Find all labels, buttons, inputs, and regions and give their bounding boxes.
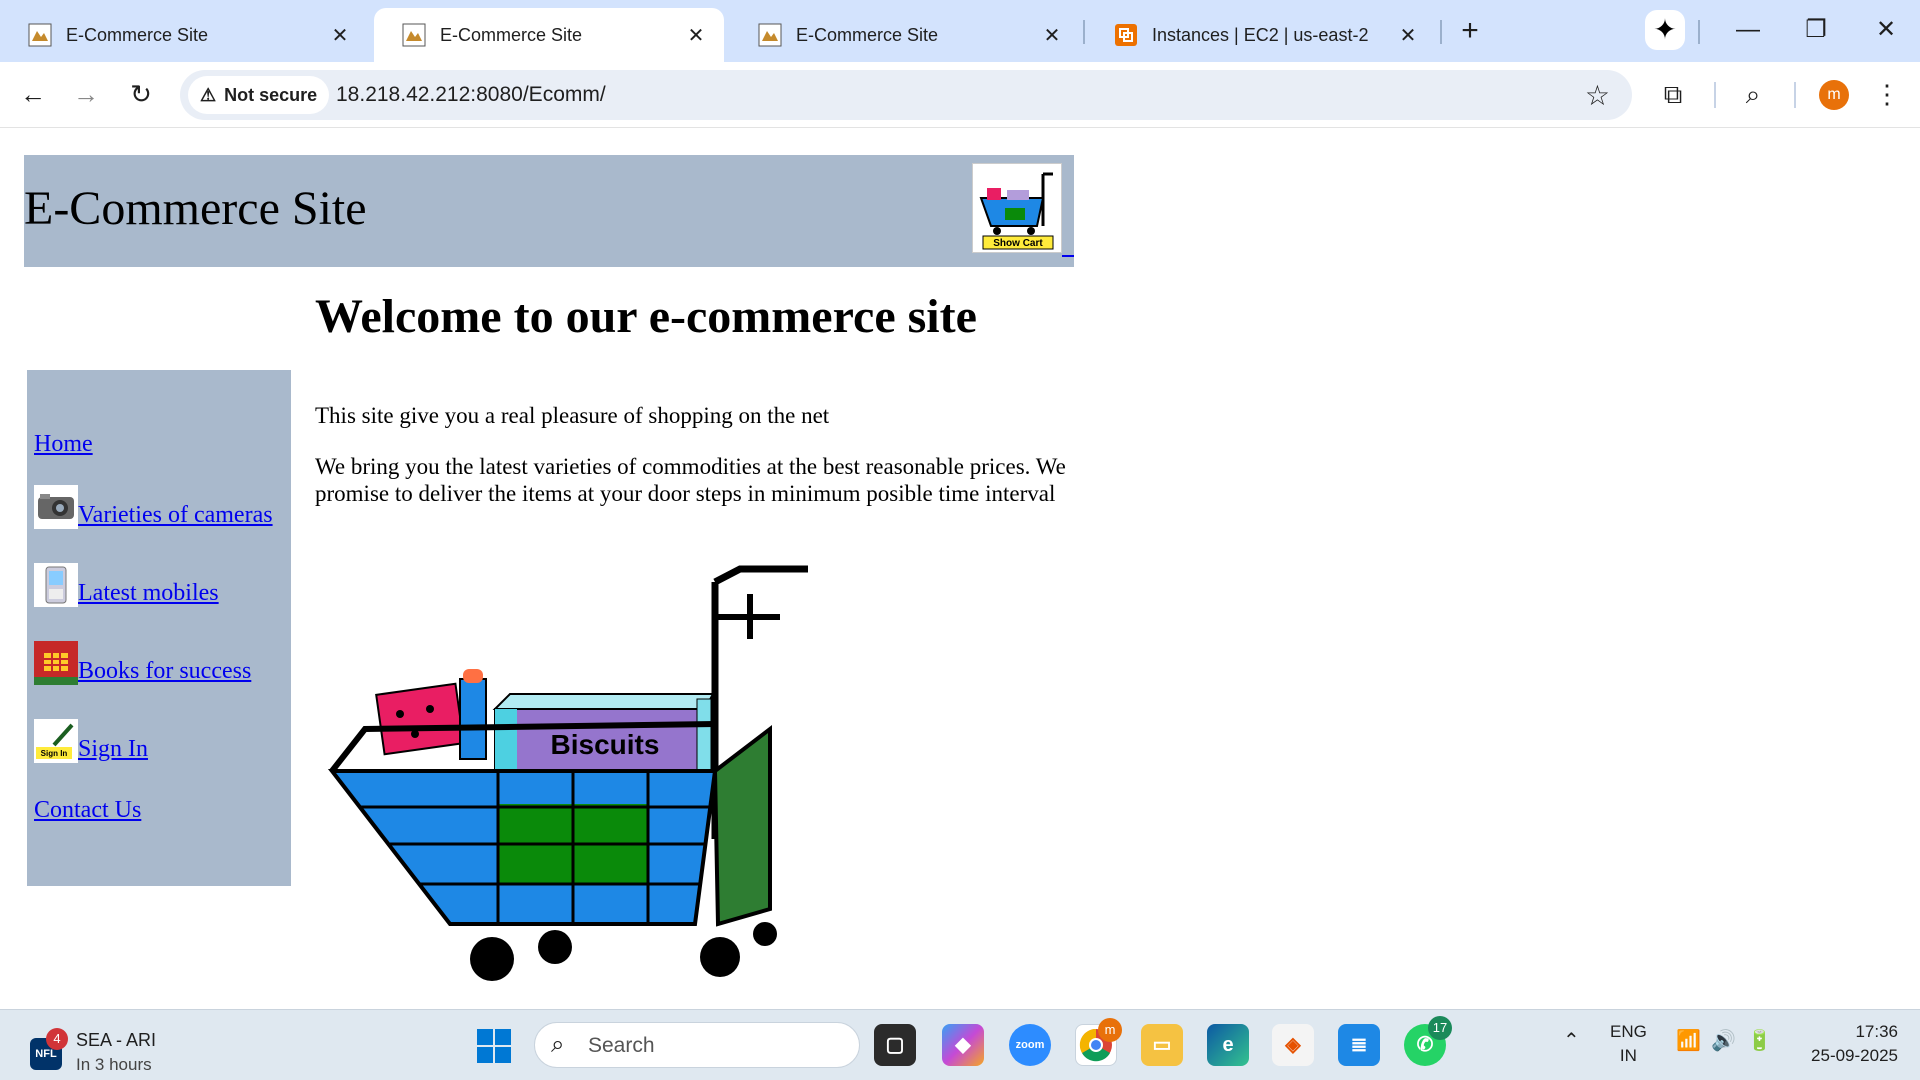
- web-page: E-Commerce Site Show Cart Welcome to our…: [0, 129, 1920, 1009]
- taskbar-search[interactable]: ⌕ Search: [534, 1022, 860, 1068]
- browser-tab-4[interactable]: Instances | EC2 | us-east-2 ✕: [1086, 8, 1436, 62]
- window-close-icon[interactable]: ✕: [1866, 12, 1906, 48]
- copilot-icon[interactable]: ◆: [942, 1024, 984, 1066]
- nav-label: Books for success: [78, 658, 252, 684]
- nav-link-mobiles[interactable]: Latest mobiles: [34, 563, 219, 607]
- back-arrow-icon[interactable]: ←: [15, 76, 51, 112]
- battery-icon[interactable]: 🔋: [1747, 1028, 1772, 1053]
- browser-toolbar: ← → ↻ ⚠ Not secure 18.218.42.212:8080/Ec…: [0, 62, 1920, 128]
- kebab-menu-icon[interactable]: ⋮: [1867, 74, 1907, 114]
- sidebar-nav: Home Varieties of cameras Latest mobiles…: [27, 370, 291, 886]
- tab-close-icon[interactable]: ✕: [1396, 23, 1420, 48]
- system-clock[interactable]: 17:36 25-09-2025: [1811, 1020, 1898, 1068]
- tab-close-icon[interactable]: ✕: [1040, 23, 1064, 48]
- bookmark-star-icon[interactable]: ☆: [1585, 79, 1610, 112]
- nav-label: Latest mobiles: [78, 580, 219, 606]
- edge-browser-icon[interactable]: e: [1207, 1024, 1249, 1066]
- weather-subtitle: In 3 hours: [76, 1055, 152, 1074]
- books-icon: [34, 641, 78, 685]
- notification-badge: 4: [46, 1028, 68, 1050]
- windows-taskbar: NFL 4 SEA - ARI In 3 hours ⌕ Search ▢ ◆ …: [0, 1009, 1920, 1080]
- chrome-profile-badge: m: [1098, 1018, 1122, 1042]
- site-favicon-icon: [28, 23, 52, 47]
- region-code: IN: [1619, 1046, 1637, 1065]
- show-cart-button[interactable]: Show Cart: [972, 163, 1062, 253]
- tab-title: E-Commerce Site: [66, 24, 209, 45]
- windows-start-icon[interactable]: [476, 1028, 512, 1064]
- intro-paragraph: This site give you a real pleasure of sh…: [315, 403, 830, 428]
- tab-title: Instances | EC2 | us-east-2: [1152, 24, 1369, 45]
- task-view-icon[interactable]: ▢: [874, 1024, 916, 1066]
- svg-text:Sign In: Sign In: [41, 749, 68, 758]
- site-header: E-Commerce Site Show Cart: [24, 155, 1074, 267]
- site-favicon-icon: [402, 23, 426, 47]
- toolbar-separator: [1714, 82, 1716, 108]
- shopping-cart-illustration: Biscuits: [327, 565, 808, 981]
- browser-tab-3[interactable]: E-Commerce Site ✕: [730, 8, 1080, 62]
- tab-separator: [1083, 20, 1085, 44]
- restore-icon[interactable]: ❐: [1796, 12, 1836, 48]
- url-text[interactable]: 18.218.42.212:8080/Ecomm/: [336, 83, 606, 107]
- nav-label: Varieties of cameras: [78, 502, 273, 528]
- search-placeholder: Search: [588, 1034, 655, 1057]
- profile-avatar[interactable]: m: [1819, 80, 1849, 110]
- site-favicon-icon: [758, 23, 782, 47]
- browser-tab-1[interactable]: E-Commerce Site ✕: [0, 8, 368, 62]
- tab-close-icon[interactable]: ✕: [328, 23, 352, 48]
- nav-link-home[interactable]: Home: [34, 431, 93, 458]
- notepad-icon[interactable]: ≣: [1338, 1024, 1380, 1066]
- tab-title: E-Commerce Site: [440, 24, 583, 45]
- site-title: E-Commerce Site: [24, 182, 367, 235]
- clock-date: 25-09-2025: [1811, 1046, 1898, 1065]
- new-tab-button[interactable]: +: [1452, 14, 1488, 50]
- gemini-sparkle-icon[interactable]: ✦: [1645, 10, 1685, 50]
- show-cart-label: Show Cart: [993, 238, 1043, 249]
- minimize-icon[interactable]: —: [1728, 12, 1768, 48]
- nav-link-sign-in[interactable]: Sign In Sign In: [34, 719, 148, 763]
- nav-label: Contact Us: [34, 797, 142, 823]
- tab-title: E-Commerce Site: [796, 24, 939, 45]
- clock-time: 17:36: [1855, 1022, 1898, 1041]
- forward-arrow-icon[interactable]: →: [68, 76, 104, 112]
- toolbar-separator: [1794, 82, 1796, 108]
- tab-search-icon[interactable]: ⌕: [1733, 74, 1773, 114]
- extensions-puzzle-icon[interactable]: ⧉: [1653, 74, 1693, 114]
- link-underline: [1062, 255, 1074, 257]
- shopping-cart-icon: Show Cart: [979, 172, 1054, 250]
- search-icon: ⌕: [551, 1031, 565, 1058]
- zoom-icon[interactable]: zoom: [1009, 1024, 1051, 1066]
- page-heading: Welcome to our e-commerce site: [315, 290, 977, 343]
- description-paragraph: We bring you the latest varieties of com…: [315, 454, 1066, 506]
- file-explorer-icon[interactable]: ▭: [1141, 1024, 1183, 1066]
- tab-separator: [1698, 20, 1700, 44]
- browser-tab-2[interactable]: E-Commerce Site ✕: [374, 8, 724, 62]
- nav-label: Home: [34, 431, 93, 457]
- security-label: Not secure: [224, 84, 318, 105]
- nav-link-books[interactable]: Books for success: [34, 641, 251, 685]
- nav-link-contact[interactable]: Contact Us: [34, 797, 141, 824]
- camera-icon: [34, 485, 78, 529]
- address-bar[interactable]: ⚠ Not secure 18.218.42.212:8080/Ecomm/ ☆: [180, 70, 1632, 120]
- mobile-phone-icon: [34, 563, 78, 607]
- weather-title: SEA - ARI: [76, 1030, 157, 1050]
- security-indicator[interactable]: ⚠ Not secure: [188, 76, 330, 114]
- language-indicator[interactable]: ENG IN: [1610, 1020, 1647, 1068]
- chevron-up-icon[interactable]: ⌃: [1563, 1028, 1580, 1053]
- git-app-icon[interactable]: ◈: [1272, 1024, 1314, 1066]
- nav-label: Sign In: [78, 736, 149, 762]
- tab-separator: [1440, 20, 1442, 44]
- tab-strip: E-Commerce Site ✕ E-Commerce Site ✕ E-Co…: [0, 0, 1920, 62]
- tab-close-icon[interactable]: ✕: [684, 23, 708, 48]
- whatsapp-badge: 17: [1428, 1016, 1452, 1040]
- wifi-icon[interactable]: 📶: [1676, 1028, 1701, 1053]
- language-code: ENG: [1610, 1022, 1647, 1041]
- warning-triangle-icon: ⚠: [200, 84, 217, 105]
- volume-icon[interactable]: 🔊: [1711, 1028, 1736, 1053]
- biscuits-label: Biscuits: [551, 729, 660, 760]
- sign-in-icon: Sign In: [34, 719, 78, 763]
- aws-favicon-icon: [1115, 24, 1137, 46]
- reload-icon[interactable]: ↻: [123, 76, 159, 112]
- nav-link-cameras[interactable]: Varieties of cameras: [34, 485, 273, 529]
